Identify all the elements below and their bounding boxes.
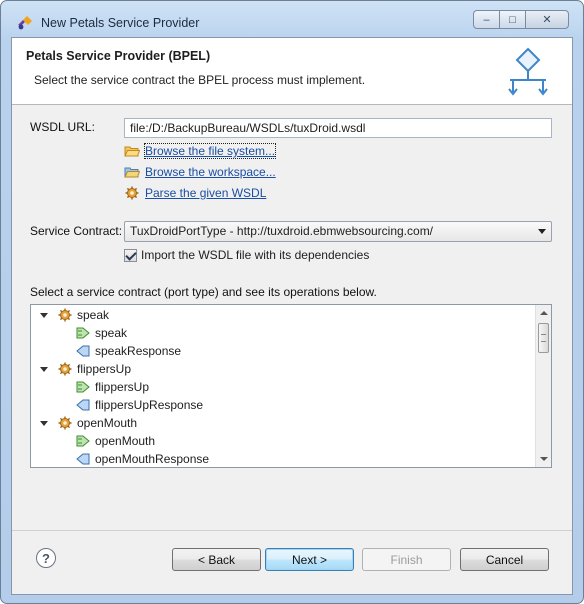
operations-tree[interactable]: speak speak speakResponse flippersUp fli… <box>30 304 552 468</box>
output-arrow-icon <box>76 399 90 411</box>
scroll-down-arrow-icon[interactable] <box>540 457 548 461</box>
maximize-icon: □ <box>509 13 516 26</box>
close-icon: ✕ <box>542 14 552 26</box>
folder-icon <box>124 146 140 157</box>
wsdl-url-input[interactable]: file:/D:/BackupBureau/WSDLs/tuxDroid.wsd… <box>124 118 552 138</box>
tree-label: speak <box>77 308 110 322</box>
minimize-icon: – <box>483 13 490 26</box>
workspace-folder-icon <box>124 167 140 178</box>
tree-node-speak[interactable]: speak <box>39 306 109 324</box>
maximize-button[interactable]: □ <box>499 10 526 29</box>
tree-label: speakResponse <box>95 344 182 358</box>
output-arrow-icon <box>76 345 90 357</box>
gear-icon <box>125 186 139 200</box>
output-arrow-icon <box>76 453 90 465</box>
expand-arrow-icon[interactable] <box>39 364 49 374</box>
browse-file-system-row: Browse the file system... <box>124 143 277 159</box>
button-bar-separator <box>12 530 572 531</box>
back-button[interactable]: < Back <box>172 548 261 571</box>
tree-node-speak-input[interactable]: speak <box>75 324 127 342</box>
operation-gear-icon <box>58 416 72 430</box>
service-contract-label: Service Contract: <box>30 224 123 238</box>
parse-wsdl-link[interactable]: Parse the given WSDL <box>145 186 266 200</box>
help-icon: ? <box>42 550 50 566</box>
operation-gear-icon <box>58 362 72 376</box>
tree-node-openmouth-input[interactable]: openMouth <box>75 432 155 450</box>
tree-node-openmouth[interactable]: openMouth <box>39 414 137 432</box>
wizard-banner: Petals Service Provider (BPEL) Select th… <box>12 38 572 105</box>
cancel-button[interactable]: Cancel <box>460 548 549 571</box>
minimize-button[interactable]: – <box>473 10 500 29</box>
tree-vertical-scrollbar[interactable] <box>535 305 551 467</box>
browse-file-system-link[interactable]: Browse the file system... <box>143 143 277 159</box>
caption-buttons: – □ ✕ <box>473 10 569 29</box>
dialog-client-area: Petals Service Provider (BPEL) Select th… <box>11 37 573 595</box>
import-wsdl-label: Import the WSDL file with its dependenci… <box>141 248 370 262</box>
tree-label: speak <box>95 326 128 340</box>
next-button[interactable]: Next > <box>265 548 354 571</box>
tree-label: openMouth <box>95 434 156 448</box>
dialog-window: New Petals Service Provider – □ ✕ Petals… <box>0 0 584 604</box>
chevron-down-icon <box>538 229 546 234</box>
tree-label: openMouth <box>77 416 138 430</box>
browse-workspace-row: Browse the workspace... <box>124 165 276 179</box>
finish-button[interactable]: Finish <box>362 548 451 571</box>
page-title: Petals Service Provider (BPEL) <box>26 49 211 63</box>
import-wsdl-checkbox[interactable] <box>124 248 137 262</box>
input-arrow-icon <box>76 381 90 393</box>
tree-node-openmouth-output[interactable]: openMouthResponse <box>75 450 210 467</box>
import-wsdl-row: Import the WSDL file with its dependenci… <box>124 248 369 262</box>
page-description: Select the service contract the BPEL pro… <box>34 73 366 87</box>
close-button[interactable]: ✕ <box>525 10 569 29</box>
eclipse-app-icon <box>18 16 32 30</box>
expand-arrow-icon[interactable] <box>39 418 49 428</box>
browse-workspace-link[interactable]: Browse the workspace... <box>145 165 276 179</box>
scroll-up-arrow-icon[interactable] <box>540 311 548 315</box>
operation-gear-icon <box>58 308 72 322</box>
tree-label: flippersUp <box>77 362 132 376</box>
scrollbar-thumb[interactable] <box>538 323 549 353</box>
tree-instruction-label: Select a service contract (port type) an… <box>30 285 377 299</box>
help-button[interactable]: ? <box>36 548 56 568</box>
bpel-diagram-icon <box>508 47 548 96</box>
tree-node-flippersup-output[interactable]: flippersUpResponse <box>75 396 203 414</box>
wsdl-url-label: WSDL URL: <box>30 120 95 134</box>
input-arrow-icon <box>76 327 90 339</box>
tree-label: openMouthResponse <box>95 452 210 466</box>
expand-arrow-icon[interactable] <box>39 310 49 320</box>
window-title: New Petals Service Provider <box>41 16 200 30</box>
input-arrow-icon <box>76 435 90 447</box>
tree-node-flippersup[interactable]: flippersUp <box>39 360 131 378</box>
service-contract-value: TuxDroidPortType - http://tuxdroid.ebmwe… <box>130 224 434 238</box>
tree-node-flippersup-input[interactable]: flippersUp <box>75 378 149 396</box>
parse-wsdl-row: Parse the given WSDL <box>124 186 266 200</box>
tree-node-speak-output[interactable]: speakResponse <box>75 342 181 360</box>
tree-label: flippersUpResponse <box>95 398 204 412</box>
tree-label: flippersUp <box>95 380 150 394</box>
title-bar[interactable]: New Petals Service Provider – □ ✕ <box>1 1 583 31</box>
service-contract-select[interactable]: TuxDroidPortType - http://tuxdroid.ebmwe… <box>124 221 552 242</box>
